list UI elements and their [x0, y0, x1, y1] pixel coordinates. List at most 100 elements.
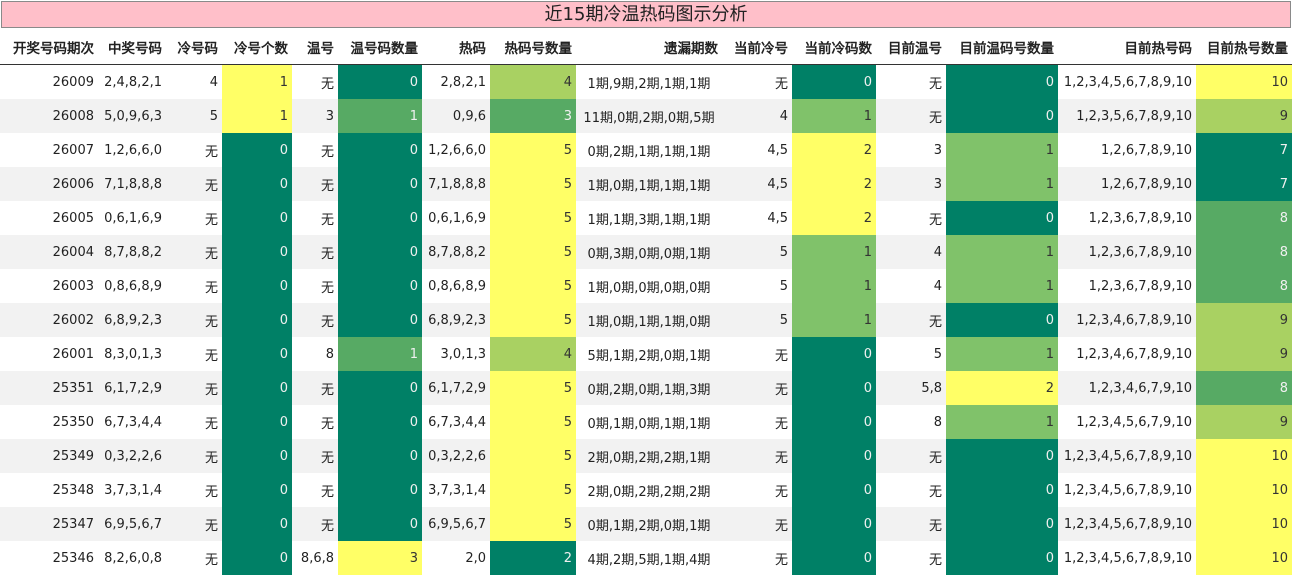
col-header: 遗漏期数 — [576, 30, 722, 65]
table-row: 26006 7,1,8,8,8 无 0 无 0 7,1,8,8,8 5 1期,0期,1期,1期,… — [0, 167, 1292, 201]
cell-cold-count: 0 — [222, 337, 292, 371]
cell-current-cold-count: 0 — [792, 439, 876, 473]
cell-cold-numbers: 无 — [204, 348, 218, 364]
cell-issue: 26004 — [0, 235, 98, 269]
cell-current-cold-count: 0 — [792, 541, 876, 575]
cell-hot-numbers: 3,7,3,1,4 — [428, 482, 486, 498]
cell-hot-numbers: 0,9,6 — [422, 99, 490, 133]
cell-winning-numbers: 0,3,2,2,6 — [98, 439, 166, 473]
cell-winning-numbers: 6,9,5,6,7 — [98, 507, 166, 541]
cell-current-warm-count: 0 — [946, 541, 1058, 575]
cell-current-warm-count: 1 — [946, 269, 1058, 303]
table-row: 26008 5,0,9,6,3 5 1 3 1 0,9,6 3 11期,0期,2期,0期,5期 4… — [0, 99, 1292, 133]
cell-current-warm: 无 — [876, 507, 946, 541]
cell-current-hot-count: 9 — [1196, 405, 1292, 439]
cell-hot-count: 5 — [490, 507, 576, 541]
cell-issue: 25347 — [0, 507, 98, 541]
cell-warm-numbers: 无 — [320, 416, 334, 432]
cell-cold-count: 0 — [222, 473, 292, 507]
cell-cold-numbers: 4 — [209, 74, 218, 90]
cell-hot-count: 4 — [490, 64, 576, 99]
cell-current-cold: 无 — [774, 76, 788, 92]
col-header: 开奖号码期次 — [0, 30, 98, 65]
cell-current-hot: 1,2,3,4,5,6,7,8,9,10 — [1058, 507, 1196, 541]
cell-warm-count: 0 — [338, 303, 422, 337]
table-row: 26002 6,8,9,2,3 无 0 无 0 6,8,9,2,3 5 1期,0期,1期,1期,… — [0, 303, 1292, 337]
cell-hot-numbers: 2,0 — [465, 550, 486, 566]
cell-current-warm-count: 0 — [946, 507, 1058, 541]
cell-current-hot-count: 8 — [1196, 269, 1292, 303]
cell-current-cold: 无 — [722, 371, 792, 405]
cell-hot-count: 5 — [490, 201, 576, 235]
cell-issue: 26001 — [52, 346, 94, 362]
cell-missed-periods: 1期,0期,0期,0期,0期 — [587, 280, 711, 296]
cell-current-cold: 无 — [722, 507, 792, 541]
col-header: 热码 — [422, 30, 490, 65]
cell-winning-numbers: 2,4,8,2,1 — [104, 74, 162, 90]
cell-warm-count: 0 — [338, 64, 422, 99]
table-row: 25347 6,9,5,6,7 无 0 无 0 6,9,5,6,7 5 0期,1期,2期,0期,… — [0, 507, 1292, 541]
cell-hot-count: 5 — [490, 405, 576, 439]
cell-current-hot: 1,2,6,7,8,9,10 — [1058, 167, 1196, 201]
cell-cold-count: 0 — [222, 405, 292, 439]
cell-warm-count: 1 — [338, 337, 422, 371]
cell-current-hot: 1,2,3,6,7,8,9,10 — [1088, 278, 1192, 294]
cell-missed-periods: 2期,0期,2期,2期,1期 — [576, 439, 722, 473]
cell-current-warm-count: 1 — [946, 133, 1058, 167]
cell-cold-count: 0 — [222, 167, 292, 201]
cell-missed-periods: 1期,1期,3期,1期,1期 — [587, 212, 711, 228]
cell-current-hot: 1,2,3,4,5,6,7,8,9,10 — [1063, 482, 1192, 498]
cold-warm-hot-table: 开奖号码期次 中奖号码 冷号码 冷号个数 温号 温号码数量 热码 热码号数量 遗… — [0, 30, 1292, 575]
cell-current-warm: 4 — [876, 235, 946, 269]
cell-current-cold: 无 — [722, 439, 792, 473]
cell-missed-periods: 5期,1期,2期,0期,1期 — [587, 348, 711, 364]
cell-issue: 25351 — [0, 371, 98, 405]
table-row: 26001 8,3,0,1,3 无 0 8 1 3,0,1,3 4 5期,1期,2期,0期,1期… — [0, 337, 1292, 371]
cell-hot-count: 5 — [490, 371, 576, 405]
table-row: 26009 2,4,8,2,1 4 1 无 0 2,8,2,1 4 1期,9期,2期,1期,1期… — [0, 64, 1292, 99]
cell-cold-numbers: 无 — [166, 303, 222, 337]
cell-current-cold-count: 2 — [792, 201, 876, 235]
cell-warm-numbers: 无 — [292, 439, 338, 473]
cell-cold-numbers: 无 — [204, 416, 218, 432]
cell-warm-numbers: 无 — [292, 235, 338, 269]
cell-current-cold-count: 1 — [792, 235, 876, 269]
cell-current-warm: 无 — [928, 76, 942, 92]
table-row: 26003 0,8,6,8,9 无 0 无 0 0,8,6,8,9 5 1期,0期,0期,0期,… — [0, 269, 1292, 303]
cell-current-hot-count: 10 — [1196, 439, 1292, 473]
cell-warm-numbers: 无 — [320, 144, 334, 160]
cell-current-warm: 3 — [933, 142, 942, 158]
cell-warm-numbers: 无 — [292, 167, 338, 201]
cell-hot-count: 5 — [490, 269, 576, 303]
cell-cold-numbers: 无 — [166, 235, 222, 269]
cell-hot-count: 3 — [490, 99, 576, 133]
cell-warm-count: 0 — [338, 269, 422, 303]
cell-warm-numbers: 无 — [292, 303, 338, 337]
cell-missed-periods: 0期,1期,2期,0期,1期 — [576, 507, 722, 541]
cell-current-warm: 8 — [933, 414, 942, 430]
cell-hot-numbers: 0,6,1,6,9 — [428, 210, 486, 226]
cell-cold-count: 0 — [222, 371, 292, 405]
cell-current-cold-count: 0 — [792, 337, 876, 371]
cell-current-warm-count: 0 — [946, 99, 1058, 133]
cell-current-warm: 无 — [928, 484, 942, 500]
cell-hot-numbers: 7,1,8,8,8 — [422, 167, 490, 201]
cell-current-hot-count: 8 — [1196, 235, 1292, 269]
col-header: 冷号个数 — [222, 30, 292, 65]
cell-current-warm-count: 1 — [946, 167, 1058, 201]
cell-current-hot: 1,2,3,5,6,7,8,9,10 — [1058, 99, 1196, 133]
cell-current-hot: 1,2,3,4,5,6,7,8,9,10 — [1058, 439, 1196, 473]
cell-warm-count: 0 — [338, 235, 422, 269]
cell-hot-numbers: 6,1,7,2,9 — [422, 371, 490, 405]
cell-hot-count: 5 — [490, 303, 576, 337]
cell-current-hot: 1,2,3,4,6,7,9,10 — [1058, 371, 1196, 405]
cell-missed-periods: 4期,2期,5期,1期,4期 — [587, 552, 711, 568]
cell-current-cold: 无 — [774, 484, 788, 500]
cell-current-cold: 4 — [722, 99, 792, 133]
cell-current-hot-count: 10 — [1196, 64, 1292, 99]
cell-current-warm: 4 — [933, 278, 942, 294]
cell-cold-count: 0 — [222, 201, 292, 235]
page-title: 近15期冷温热码图示分析 — [1, 1, 1291, 28]
cell-current-warm-count: 1 — [946, 337, 1058, 371]
cell-missed-periods: 11期,0期,2期,0期,5期 — [576, 99, 722, 133]
